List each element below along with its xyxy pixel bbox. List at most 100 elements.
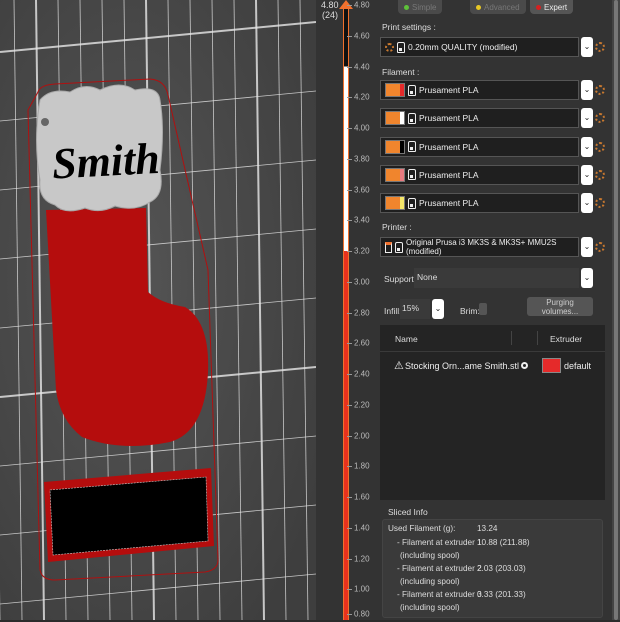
printer-combo[interactable]: Original Prusa i3 MK3S & MK3S+ MMU2S (mo…	[380, 237, 579, 257]
print-settings-dropdown[interactable]: ⌄	[581, 37, 593, 57]
tick-label: 2.80	[354, 308, 370, 317]
filament-dropdown-5[interactable]: ⌄	[581, 193, 593, 214]
extruder-color-swatch[interactable]	[542, 358, 561, 373]
filament-name: Prusament PLA	[419, 113, 479, 124]
tick-label: 4.00	[354, 123, 370, 133]
tick-mark	[347, 589, 352, 591]
top-layer-number: (24)	[322, 10, 339, 20]
lock-icon	[408, 84, 416, 96]
column-name[interactable]: Name	[395, 334, 418, 344]
print-settings-label: Print settings :	[382, 22, 436, 32]
layer-slider[interactable]: 4.80 (24) 4.80 4.60 4.40 4.20 4.00 3.80 3.60 3.…	[316, 0, 378, 620]
filament-color-icon	[385, 167, 405, 182]
print-settings-gear-icon[interactable]	[595, 42, 605, 52]
settings-dot-icon[interactable]	[521, 362, 528, 369]
object-name: Stocking Orn...ame Smith.stl	[405, 361, 520, 371]
info-value: 2.03 (203.03)	[477, 564, 526, 573]
filament-name: Prusament PLA	[419, 169, 479, 180]
tick-mark	[347, 497, 352, 498]
supports-dropdown[interactable]: ⌄	[581, 268, 593, 288]
tick-label: 1.40	[354, 523, 370, 533]
tick-label: 1.80	[354, 461, 370, 471]
tick-label: 1.20	[354, 554, 370, 563]
info-value: 10.88 (211.88)	[477, 538, 530, 547]
filament-gear-icon[interactable]	[595, 141, 605, 152]
tick-mark	[347, 35, 352, 37]
filament-gear-icon[interactable]	[595, 198, 605, 209]
print-settings-combo[interactable]: 0.20mm QUALITY (modified)	[380, 37, 579, 57]
brim-checkbox[interactable]	[479, 303, 487, 315]
tick-label: 2.00	[354, 431, 370, 440]
print-settings-value: 0.20mm QUALITY (modified)	[408, 42, 518, 52]
filament-name: Prusament PLA	[419, 85, 479, 95]
mode-expert-button[interactable]: Expert	[530, 0, 574, 14]
tick-label: 4.20	[354, 92, 370, 102]
filament-name: Prusament PLA	[419, 198, 479, 209]
tick-mark	[347, 158, 352, 160]
tick-mark	[347, 128, 352, 129]
filament-dropdown-2[interactable]: ⌄	[581, 108, 593, 129]
filament-label: Filament :	[382, 67, 420, 77]
info-label: - Filament at extruder 3	[397, 590, 482, 599]
filament-combo-5[interactable]: Prusament PLA	[380, 193, 579, 214]
tick-label: 1.60	[354, 492, 370, 502]
tick-mark	[347, 466, 352, 468]
filament-dropdown-3[interactable]: ⌄	[581, 136, 593, 157]
filament-combo-2[interactable]: Prusament PLA	[380, 108, 579, 129]
mode-label: Advanced	[484, 2, 520, 12]
tick-label: 4.80	[354, 0, 370, 10]
tick-mark	[347, 435, 352, 437]
printer-dropdown[interactable]: ⌄	[581, 237, 593, 257]
mode-simple-button[interactable]: Simple	[398, 0, 443, 14]
tick-label: 1.00	[354, 584, 370, 594]
object-list: Name Extruder ⚠ Stocking Orn...ame Smith…	[380, 325, 605, 500]
mode-dot-icon	[404, 4, 409, 10]
info-label: Used Filament (g):	[388, 524, 456, 533]
filament-combo-3[interactable]: Prusament PLA	[380, 136, 579, 157]
tick-mark	[347, 220, 352, 222]
tick-mark	[347, 281, 352, 283]
filament-gear-icon[interactable]	[595, 169, 605, 180]
tick-mark	[347, 66, 352, 68]
object-row[interactable]: ⚠ Stocking Orn...ame Smith.stl default	[380, 352, 605, 378]
panel-scrollbar[interactable]	[612, 0, 620, 620]
info-sublabel: (including spool)	[400, 550, 460, 560]
settings-icon	[385, 42, 394, 52]
lock-icon	[408, 141, 416, 153]
filament-color-icon	[385, 83, 405, 97]
info-sublabel: (including spool)	[400, 576, 460, 586]
tick-label: 3.40	[354, 215, 370, 225]
filament-dropdown-4[interactable]: ⌄	[581, 164, 593, 185]
supports-combo[interactable]: None	[414, 268, 579, 288]
extruder-value[interactable]: default	[564, 361, 591, 371]
tick-mark	[347, 527, 352, 529]
filament-gear-icon[interactable]	[595, 85, 605, 95]
printer-icon	[385, 241, 393, 253]
tick-label: 3.20	[354, 246, 370, 256]
sliced-info: Sliced Info Used Filament (g): 13.24 - Fil…	[380, 502, 605, 620]
printer-gear-icon[interactable]	[595, 242, 605, 252]
top-layer-height: 4.80	[321, 0, 339, 10]
infill-combo[interactable]: 15%	[400, 299, 430, 319]
filament-dropdown-1[interactable]: ⌄	[581, 80, 593, 100]
tick-label: 4.40	[354, 62, 370, 71]
lock-icon	[395, 241, 403, 253]
infill-dropdown[interactable]: ⌄	[432, 299, 444, 319]
tick-label: 2.20	[354, 400, 370, 410]
filament-combo-4[interactable]: Prusament PLA	[380, 164, 579, 185]
mode-advanced-button[interactable]: Advanced	[470, 0, 526, 14]
filament-combo-1[interactable]: Prusament PLA	[380, 80, 579, 100]
tick-label: 3.80	[354, 154, 370, 164]
info-sublabel: (including spool)	[400, 602, 460, 612]
tick-mark	[347, 558, 352, 560]
tick-mark	[347, 404, 352, 406]
printer-label: Printer :	[382, 222, 412, 232]
mode-label: Simple	[412, 2, 437, 12]
purging-volumes-button[interactable]: Purging volumes...	[527, 297, 593, 316]
3d-preview-canvas[interactable]: Smith	[0, 0, 317, 621]
filament-gear-icon[interactable]	[595, 113, 605, 124]
sidebar-panel: Simple Advanced Expert Print settings : 0.…	[378, 0, 612, 620]
lock-icon	[408, 169, 416, 181]
column-extruder[interactable]: Extruder	[550, 334, 582, 344]
tick-mark	[347, 312, 352, 314]
